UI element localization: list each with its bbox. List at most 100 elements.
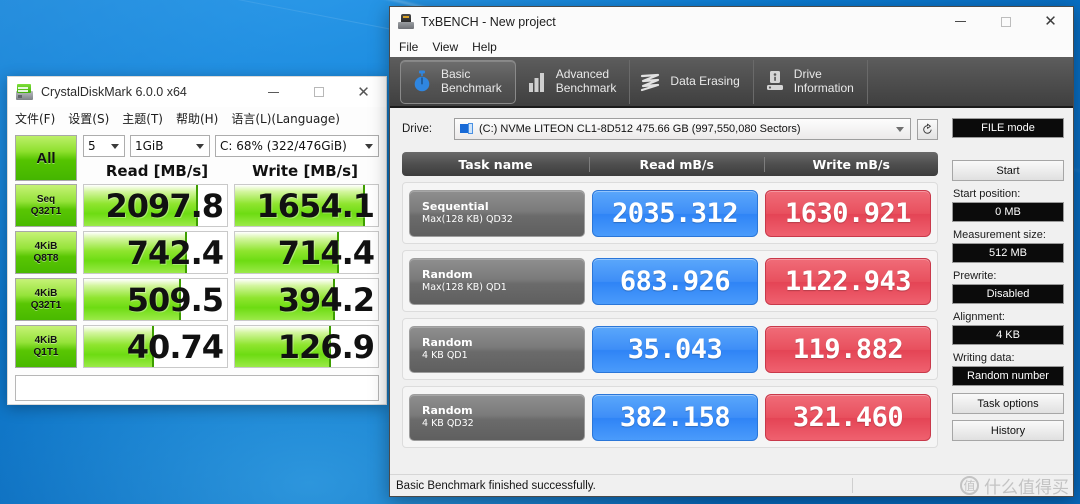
cdm-test-size-select[interactable]: 1GiB <box>130 135 210 157</box>
task-name-line2: 4 KB QD1 <box>422 349 468 361</box>
cdm-row-label-line1: 4KiB <box>34 335 58 347</box>
cdm-test-size-value: 1GiB <box>135 139 164 153</box>
txbench-menubar[interactable]: File View Help <box>390 36 1073 57</box>
cdm-comment-box[interactable] <box>15 375 379 401</box>
eraser-icon <box>640 69 662 95</box>
cdm-content: All 5 1GiB C: 68% (322/476GiB) Read [MB/… <box>8 129 386 408</box>
cdm-row-label[interactable]: 4KiB Q32T1 <box>15 278 77 321</box>
site-watermark: 值 什么值得买 <box>960 475 1069 498</box>
cdm-menu-help[interactable]: 帮助(H) <box>176 110 218 127</box>
txbench-tabbar[interactable]: Basic Benchmark Advanced Benchmark Data … <box>390 57 1073 108</box>
txbench-close-button[interactable]: ✕ <box>1028 7 1073 36</box>
cdm-run-count-select[interactable]: 5 <box>83 135 125 157</box>
cdm-minimize-button[interactable] <box>251 77 296 107</box>
tab-data-erasing-line1: Data Erasing <box>670 73 740 88</box>
cdm-window-controls[interactable]: ✕ <box>251 77 386 107</box>
file-mode-button[interactable]: FILE mode <box>952 118 1064 138</box>
bar-chart-icon <box>526 69 548 95</box>
alignment-value[interactable]: 4 KB <box>952 325 1064 345</box>
task-name-line1: Random <box>422 268 473 282</box>
table-row: Random 4 KB QD32 382.158 321.460 <box>402 386 938 448</box>
results-rows: Sequential Max(128 KB) QD32 2035.312 1630.9… <box>402 182 938 448</box>
writing-data-value[interactable]: Random number <box>952 366 1064 386</box>
start-position-label: Start position: <box>953 188 1021 200</box>
task-name-cell[interactable]: Random 4 KB QD1 <box>409 325 585 373</box>
cdm-menu-settings[interactable]: 设置(S) <box>68 110 109 127</box>
refresh-button[interactable] <box>917 118 938 140</box>
txbench-menu-file[interactable]: File <box>399 40 418 54</box>
header-task-name: Task name <box>402 156 590 172</box>
stopwatch-icon <box>411 69 433 95</box>
results-table-header: Task name Read mB/s Write mB/s <box>402 152 938 176</box>
task-name-cell[interactable]: Random Max(128 KB) QD1 <box>409 257 585 305</box>
start-button[interactable]: Start <box>952 160 1064 181</box>
measurement-size-value[interactable]: 512 MB <box>952 243 1064 263</box>
cdm-write-value-cell: 394.2 <box>234 278 379 321</box>
cdm-menu-theme[interactable]: 主题(T) <box>122 110 163 127</box>
cdm-all-button[interactable]: All <box>15 135 77 181</box>
crystaldiskmark-icon <box>16 84 33 100</box>
txbench-menu-help[interactable]: Help <box>472 40 497 54</box>
task-options-button[interactable]: Task options <box>952 393 1064 414</box>
crystaldiskmark-window[interactable]: CrystalDiskMark 6.0.0 x64 ✕ 文件(F) 设置(S) … <box>7 76 387 405</box>
cdm-read-value: 40.74 <box>126 327 224 366</box>
cdm-row-label-line1: 4KiB <box>34 288 58 300</box>
chevron-down-icon <box>896 126 904 132</box>
cdm-read-value: 509.5 <box>126 280 224 319</box>
task-name-line2: Max(128 KB) QD32 <box>422 213 513 225</box>
drive-label: Drive: <box>402 123 433 135</box>
txbench-window-controls[interactable]: ✕ <box>938 7 1073 36</box>
txbench-maximize-button[interactable] <box>983 7 1028 36</box>
task-name-cell[interactable]: Random 4 KB QD32 <box>409 393 585 441</box>
tab-drive-information[interactable]: Drive Information <box>754 59 868 104</box>
cdm-menubar[interactable]: 文件(F) 设置(S) 主题(T) 帮助(H) 语言(L)(Language) <box>8 107 386 129</box>
watermark-badge: 值 <box>960 476 979 495</box>
read-speed-cell: 683.926 <box>592 257 758 305</box>
txbench-drive-row: Drive: (C:) NVMe LITEON CL1-8D512 475.66… <box>402 118 938 140</box>
hard-drive-icon <box>460 123 474 135</box>
measurement-size-label: Measurement size: <box>953 229 1046 241</box>
cdm-result-row: 4KiB Q1T1 40.74 126.9 <box>15 325 379 368</box>
write-speed-cell: 1630.921 <box>765 189 931 237</box>
watermark-text: 什么值得买 <box>984 478 1069 498</box>
history-button[interactable]: History <box>952 420 1064 441</box>
chevron-down-icon <box>365 143 373 149</box>
txbench-window[interactable]: TxBENCH - New project ✕ File View Help B… <box>389 6 1074 498</box>
cdm-result-row: Seq Q32T1 2097.8 1654.1 <box>15 184 379 227</box>
cdm-row-label[interactable]: 4KiB Q1T1 <box>15 325 77 368</box>
txbench-icon <box>398 14 414 29</box>
cdm-row-label[interactable]: Seq Q32T1 <box>15 184 77 227</box>
tab-advanced-benchmark[interactable]: Advanced Benchmark <box>516 59 631 104</box>
tab-basic-line2: Benchmark <box>441 80 502 95</box>
statusbar-divider <box>852 478 853 493</box>
txbench-minimize-button[interactable] <box>938 7 983 36</box>
cdm-menu-language[interactable]: 语言(L)(Language) <box>231 110 340 127</box>
txbench-title: TxBENCH - New project <box>421 14 556 29</box>
cdm-select-row: 5 1GiB C: 68% (322/476GiB) <box>83 135 379 157</box>
cdm-drive-select[interactable]: C: 68% (322/476GiB) <box>215 135 379 157</box>
header-write: Write mB/s <box>812 156 890 172</box>
prewrite-value[interactable]: Disabled <box>952 284 1064 304</box>
tab-data-erasing[interactable]: Data Erasing <box>630 59 754 104</box>
drive-icon <box>764 69 786 95</box>
cdm-menu-file[interactable]: 文件(F) <box>15 110 55 127</box>
cdm-row-label[interactable]: 4KiB Q8T8 <box>15 231 77 274</box>
cdm-row-label-line1: Seq <box>36 194 56 206</box>
tab-advanced-benchmark-label: Advanced Benchmark <box>556 67 617 96</box>
txbench-menu-view[interactable]: View <box>432 40 458 54</box>
cdm-titlebar[interactable]: CrystalDiskMark 6.0.0 x64 ✕ <box>8 77 386 107</box>
txbench-titlebar[interactable]: TxBENCH - New project ✕ <box>390 7 1073 36</box>
cdm-write-value: 126.9 <box>277 327 375 366</box>
cdm-column-headers: Read [MB/s] Write [MB/s] <box>83 162 379 180</box>
cdm-read-value: 742.4 <box>126 233 224 272</box>
cdm-maximize-button[interactable] <box>296 77 341 107</box>
tab-basic-benchmark[interactable]: Basic Benchmark <box>400 59 516 104</box>
start-position-value[interactable]: 0 MB <box>952 202 1064 222</box>
cdm-read-value-cell: 2097.8 <box>83 184 228 227</box>
task-name-cell[interactable]: Sequential Max(128 KB) QD32 <box>409 189 585 237</box>
task-name-line2: 4 KB QD32 <box>422 417 474 429</box>
table-row: Random 4 KB QD1 35.043 119.882 <box>402 318 938 380</box>
drive-select[interactable]: (C:) NVMe LITEON CL1-8D512 475.66 GB (99… <box>454 118 911 140</box>
cdm-close-button[interactable]: ✕ <box>341 77 386 107</box>
cdm-row-label-line1: 4KiB <box>34 241 58 253</box>
